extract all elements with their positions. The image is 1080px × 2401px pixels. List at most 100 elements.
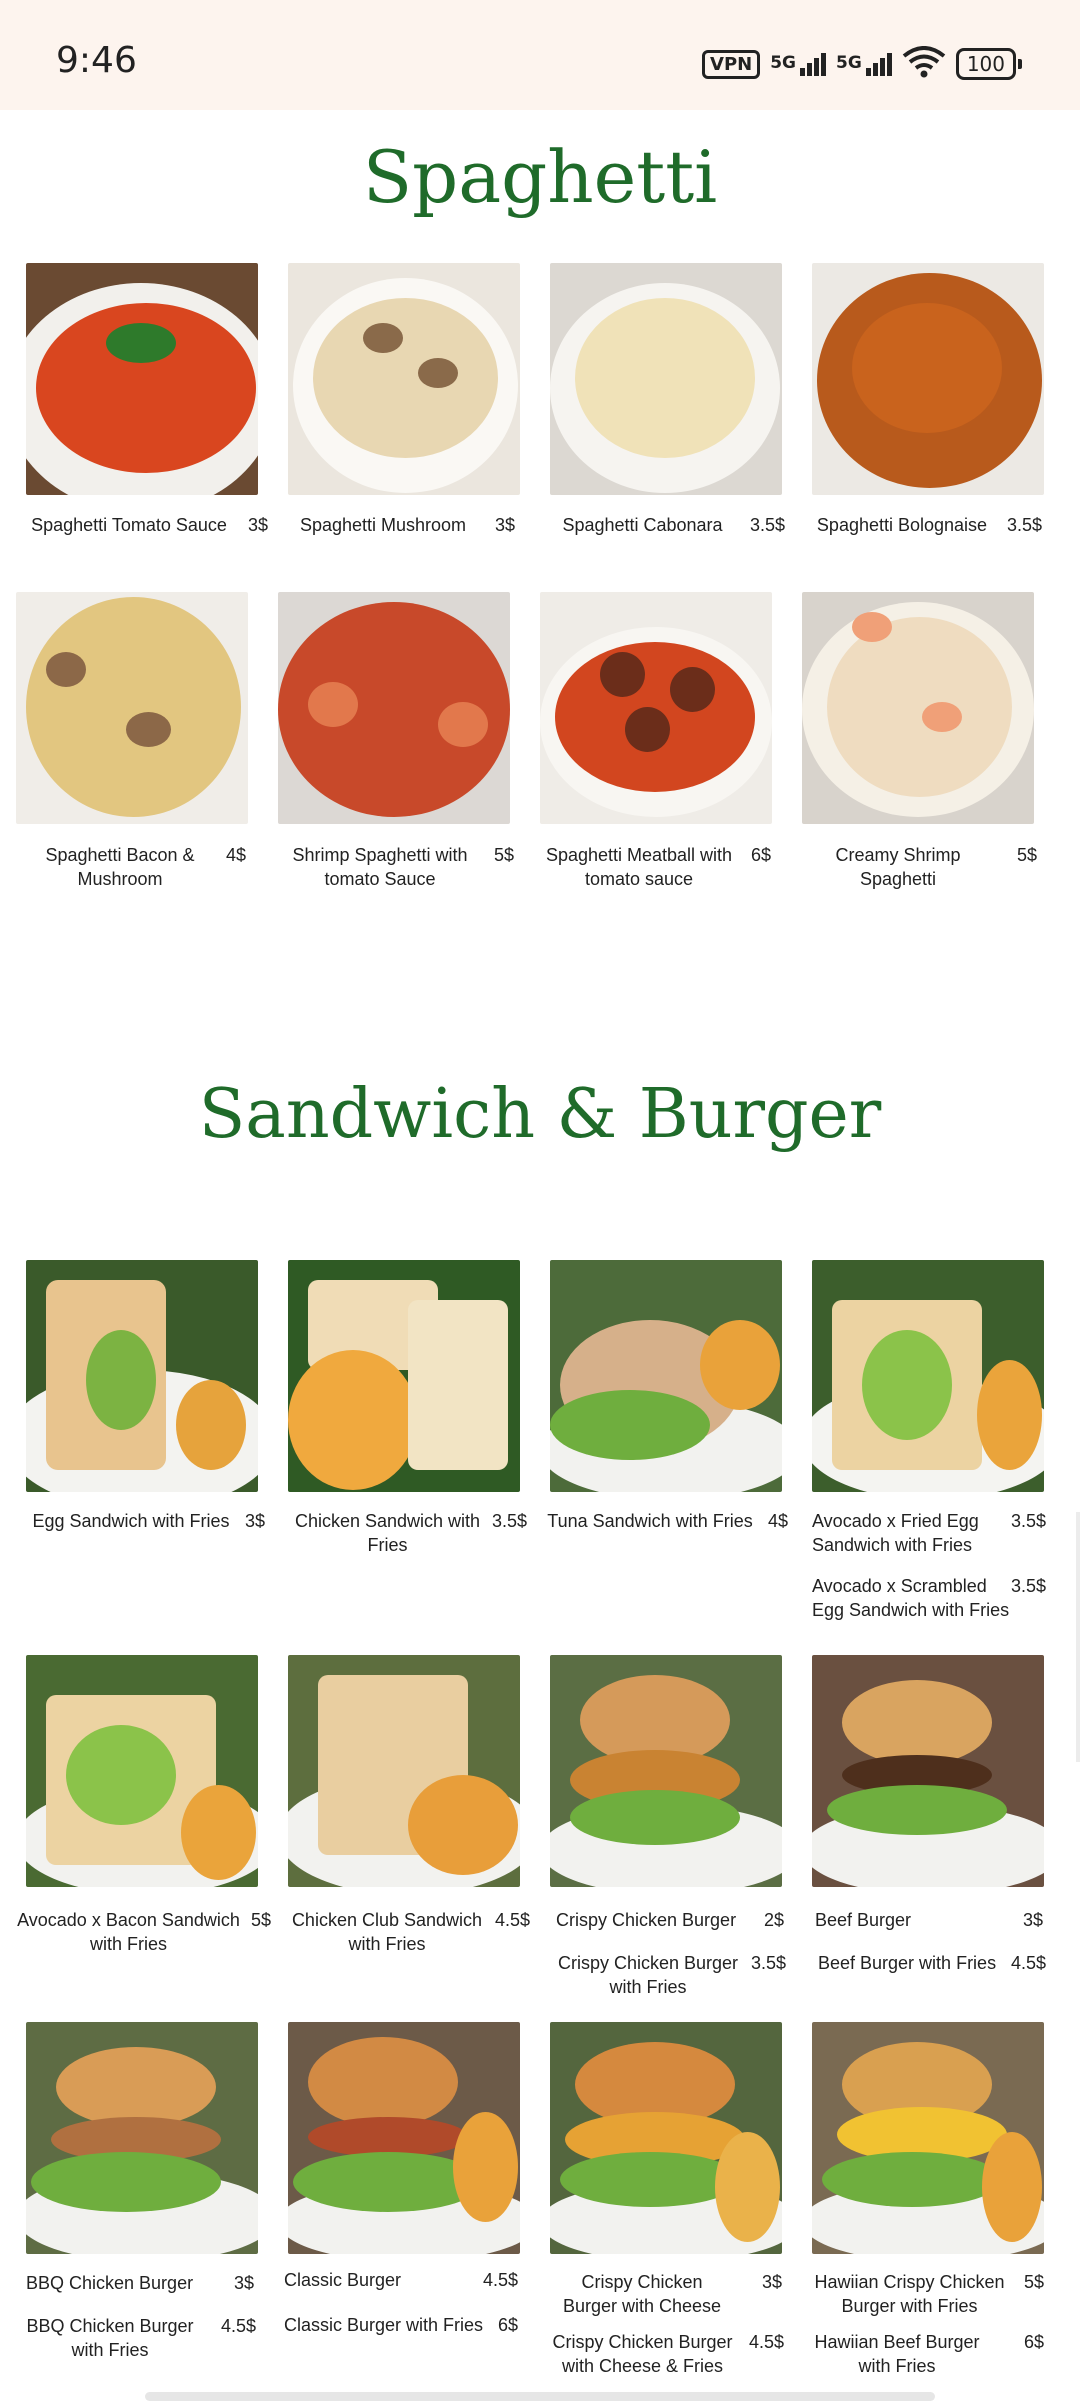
item-name: Crispy Chicken Burger with Fries [557,1953,739,1997]
section-title-sandwich-burger: Sandwich & Burger [198,1075,882,1154]
item-name: Hawiian Beef Burger with Fries [814,2332,980,2376]
menu-item[interactable]: Spaghetti Meatball with tomato sauce 6$ [543,843,771,895]
item-price: 4.5$ [220,2316,256,2336]
food-image-spaghetti-bacon-mushroom[interactable] [16,592,248,824]
item-name: Crispy Chicken Burger with Cheese & Frie… [552,2332,733,2376]
menu-item[interactable]: Spaghetti Mushroom 3$ [293,513,515,541]
item-price: 3.5$ [750,1953,786,1973]
network-type-label: 5G [770,52,797,73]
menu-item[interactable]: Crispy Chicken Burger with Fries 3.5$ [556,1951,786,2003]
item-name: Shrimp Spaghetti with tomato Sauce [292,845,468,889]
menu-item[interactable]: Hawiian Crispy Chicken Burger with Fries… [812,2270,1044,2322]
food-image-avocado-fried-egg-sandwich[interactable] [812,1260,1044,1492]
menu-item[interactable]: BBQ Chicken Burger 3$ [26,2271,254,2299]
item-price: 3.5$ [749,515,785,535]
item-price: 5$ [493,845,514,865]
item-name: Spaghetti Bolognaise [816,515,988,535]
menu-item[interactable]: Beef Burger 3$ [815,1908,1043,1936]
item-price: 3$ [1022,1910,1043,1930]
item-name: Avocado x Fried Egg Sandwich with Fries [812,1511,979,1555]
item-name: Creamy Shrimp Spaghetti [835,845,961,889]
menu-item[interactable]: Chicken Sandwich with Fries 3.5$ [290,1509,527,1561]
menu-item[interactable]: Avocado x Bacon Sandwich with Fries 5$ [16,1908,271,1960]
item-name: Hawiian Crispy Chicken Burger with Fries [814,2272,1005,2316]
item-name: Avocado x Scrambled Egg Sandwich with Fr… [812,1576,1010,1620]
food-image-bbq-chicken-burger[interactable] [26,2022,258,2254]
menu-item[interactable]: Hawiian Beef Burger with Fries 6$ [812,2330,1044,2382]
menu-item[interactable]: Crispy Chicken Burger 2$ [556,1908,784,1936]
item-price: 4.5$ [482,2270,518,2290]
menu-item[interactable]: Shrimp Spaghetti with tomato Sauce 5$ [290,843,514,895]
menu-item[interactable]: Avocado x Fried Egg Sandwich with Fries … [812,1509,1046,1561]
status-time: 9:46 [56,40,137,81]
menu-item[interactable]: Spaghetti Bolognaise 3.5$ [815,513,1042,541]
item-name: Spaghetti Tomato Sauce [31,515,227,535]
item-price: 2$ [763,1910,784,1930]
item-name: Egg Sandwich with Fries [32,1511,230,1531]
food-image-chicken-club-sandwich[interactable] [288,1655,520,1887]
menu-item[interactable]: Avocado x Scrambled Egg Sandwich with Fr… [812,1574,1046,1626]
item-name: BBQ Chicken Burger with Fries [26,2316,194,2360]
section-title-spaghetti: Spaghetti [362,135,718,219]
item-price: 6$ [750,845,771,865]
item-name: Crispy Chicken Burger with Cheese [562,2272,722,2316]
food-image-shrimp-spaghetti-tomato[interactable] [278,592,510,824]
item-name: Chicken Club Sandwich with Fries [291,1910,483,1954]
item-price: 5$ [1016,845,1037,865]
item-name: Crispy Chicken Burger [556,1910,737,1930]
food-image-spaghetti-mushroom[interactable] [288,263,520,495]
menu-item[interactable]: BBQ Chicken Burger with Fries 4.5$ [24,2314,256,2366]
wifi-icon [902,46,946,82]
menu-item[interactable]: Classic Burger with Fries 6$ [284,2313,518,2341]
home-indicator[interactable] [145,2392,935,2401]
food-image-avocado-bacon-sandwich[interactable] [26,1655,258,1887]
item-price: 4.5$ [748,2332,784,2352]
item-price: 3$ [247,515,268,535]
food-image-spaghetti-carbonara[interactable] [550,263,782,495]
item-price: 3.5$ [1010,1576,1046,1596]
food-image-hawaiian-burger[interactable] [812,2022,1044,2254]
food-image-spaghetti-meatball[interactable] [540,592,772,824]
status-bar: 9:46 VPN 5G 5G 100 [0,0,1080,110]
menu-item[interactable]: Crispy Chicken Burger with Cheese 3$ [552,2270,782,2322]
food-image-spaghetti-bolognaise[interactable] [812,263,1044,495]
food-image-egg-sandwich[interactable] [26,1260,258,1492]
scrollbar[interactable] [1076,1512,1080,1762]
menu-item[interactable]: Creamy Shrimp Spaghetti 5$ [795,843,1037,889]
item-name: Spaghetti Mushroom [299,515,467,535]
food-image-spaghetti-tomato[interactable] [26,263,258,495]
menu-item[interactable]: Egg Sandwich with Fries 3$ [31,1509,265,1537]
menu-item[interactable]: Chicken Club Sandwich with Fries 4.5$ [290,1908,530,1960]
food-image-chicken-sandwich[interactable] [288,1260,520,1492]
menu-item[interactable]: Beef Burger with Fries 4.5$ [818,1951,1046,1979]
menu-item[interactable]: Crispy Chicken Burger with Cheese & Frie… [550,2330,784,2382]
signal-icon-2: 5G [836,52,892,76]
item-price: 3.5$ [1010,1511,1046,1531]
food-image-tuna-sandwich[interactable] [550,1260,782,1492]
item-price: 3$ [233,2273,254,2293]
item-price: 3.5$ [1006,515,1042,535]
item-price: 3$ [761,2272,782,2292]
item-name: Avocado x Bacon Sandwich with Fries [17,1910,240,1954]
food-image-classic-burger[interactable] [288,2022,520,2254]
item-price: 4$ [225,845,246,865]
menu-item[interactable]: Tuna Sandwich with Fries 4$ [545,1509,788,1537]
item-name: Spaghetti Bacon & Mushroom [45,845,195,889]
item-name: Classic Burger with Fries [284,2315,484,2335]
food-image-crispy-chicken-burger[interactable] [550,1655,782,1887]
menu-item[interactable]: Spaghetti Tomato Sauce 3$ [26,513,268,541]
menu-item[interactable]: Spaghetti Cabonara 3.5$ [560,513,785,541]
menu-item[interactable]: Classic Burger 4.5$ [284,2268,518,2296]
item-name: Spaghetti Meatball with tomato sauce [545,845,733,889]
item-name: Chicken Sandwich with Fries [294,1511,481,1555]
food-image-crispy-chicken-cheese-burger[interactable] [550,2022,782,2254]
item-name: Classic Burger [284,2270,402,2290]
vpn-icon: VPN [702,49,761,79]
menu-item[interactable]: Spaghetti Bacon & Mushroom 4$ [40,843,246,895]
item-name: Beef Burger [815,1910,912,1930]
food-image-creamy-shrimp-spaghetti[interactable] [802,592,1034,824]
food-image-beef-burger[interactable] [812,1655,1044,1887]
item-name: BBQ Chicken Burger [26,2273,194,2293]
network-type-label-2: 5G [836,52,862,73]
item-price: 4$ [767,1511,788,1531]
